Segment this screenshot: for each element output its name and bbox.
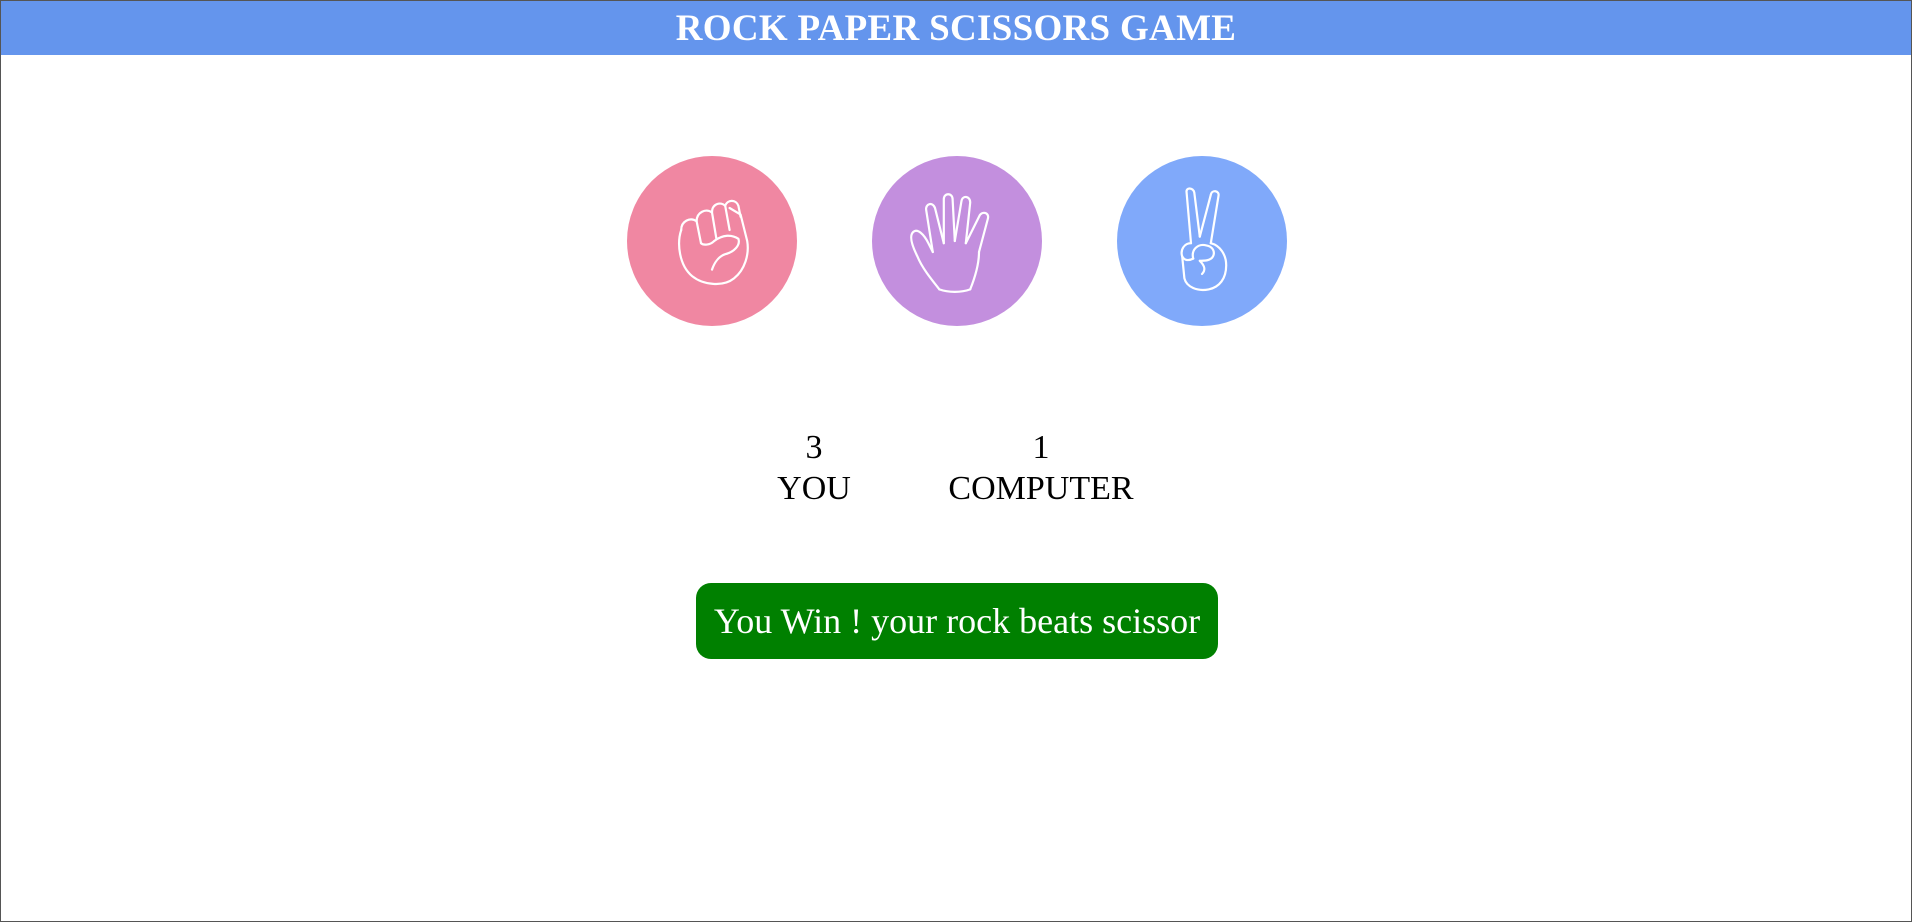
paper-choice-button[interactable] [872,156,1042,326]
choices-container [1,156,1911,326]
open-hand-icon [910,193,990,293]
result-message: You Win ! your rock beats scissor [696,583,1218,659]
computer-score: 1 COMPUTER [931,427,1151,509]
computer-score-value: 1 [1032,429,1050,466]
user-score: 3 YOU [763,427,865,509]
score-board: 3 YOU 1 COMPUTER [1,427,1911,517]
rock-choice-button[interactable] [627,156,797,326]
scissors-choice-button[interactable] [1117,156,1287,326]
user-score-label: YOU [777,470,851,507]
computer-score-label: COMPUTER [948,470,1134,507]
user-score-value: 3 [805,429,823,466]
fist-icon [678,199,749,285]
page-title: ROCK PAPER SCISSORS GAME [675,7,1237,49]
peace-hand-icon [1180,187,1228,292]
header-bar: ROCK PAPER SCISSORS GAME [1,0,1911,55]
